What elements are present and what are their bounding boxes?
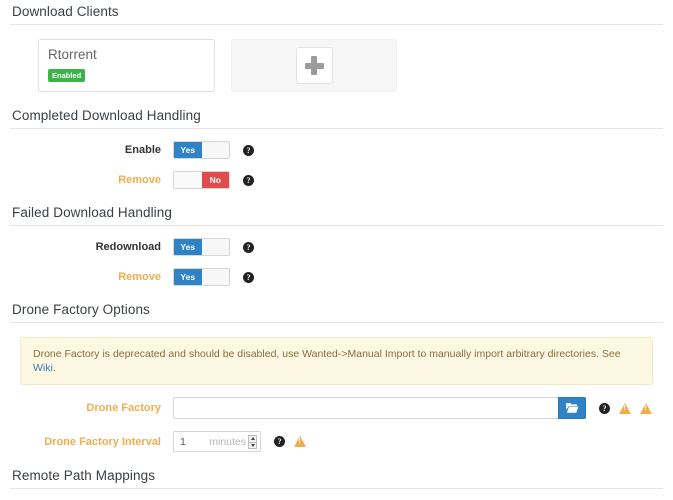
section-header-remote-path-mappings: Remote Path Mappings: [10, 464, 663, 489]
add-download-client-button[interactable]: [231, 39, 397, 92]
settings-page: Download Clients Rtorrent Enabled Comple…: [0, 0, 673, 500]
toggle-no-option[interactable]: [201, 269, 229, 285]
form-row-completed-remove: Remove No ?: [10, 171, 663, 189]
section-header-drone-factory-options: Drone Factory Options: [10, 298, 663, 323]
stepper-increment-button[interactable]: [248, 434, 257, 442]
chevron-up-icon: [250, 437, 255, 440]
add-download-client-box[interactable]: [295, 47, 333, 84]
toggle-completed-enable[interactable]: Yes: [173, 141, 230, 159]
form-row-drone-factory: Drone Factory ?: [10, 397, 663, 419]
help-icon[interactable]: ?: [243, 144, 254, 156]
warning-icon[interactable]: [640, 402, 652, 414]
toggle-yes-option[interactable]: Yes: [174, 239, 202, 255]
help-icon[interactable]: ?: [243, 174, 254, 186]
label-drone-factory-interval: Drone Factory Interval: [44, 435, 161, 448]
toggle-yes-option[interactable]: Yes: [174, 269, 202, 285]
section-header-failed-download-handling: Failed Download Handling: [10, 201, 663, 226]
help-icon[interactable]: ?: [243, 241, 254, 253]
wiki-link[interactable]: Wiki: [33, 362, 53, 374]
folder-open-icon: [566, 403, 579, 413]
toggle-no-option[interactable]: [201, 142, 229, 158]
toggle-failed-redownload[interactable]: Yes: [173, 238, 230, 256]
download-client-name: Rtorrent: [48, 47, 97, 62]
drone-factory-deprecation-alert: Drone Factory is deprecated and should b…: [20, 337, 653, 385]
warning-icon[interactable]: [294, 436, 306, 447]
toggle-yes-option[interactable]: Yes: [174, 142, 202, 158]
help-icon[interactable]: ?: [243, 271, 254, 283]
help-icon[interactable]: ?: [599, 402, 610, 414]
alert-suffix: .: [52, 362, 56, 374]
stepper-buttons[interactable]: [248, 434, 257, 449]
toggle-completed-remove[interactable]: No: [173, 171, 230, 189]
label-drone-factory: Drone Factory: [86, 402, 161, 414]
download-clients-list: Rtorrent Enabled: [38, 39, 663, 92]
label-completed-enable: Enable: [124, 144, 161, 156]
label-completed-remove: Remove: [118, 174, 161, 186]
section-header-download-clients: Download Clients: [10, 0, 663, 25]
chevron-down-icon: [250, 443, 255, 447]
drone-factory-browse-button[interactable]: [558, 397, 586, 419]
alert-text: Drone Factory is deprecated and should b…: [33, 348, 621, 360]
warning-icon[interactable]: [619, 402, 631, 414]
form-row-failed-remove: Remove Yes ?: [10, 268, 663, 286]
status-badge: Enabled: [48, 68, 86, 82]
section-header-completed-download-handling: Completed Download Handling: [10, 104, 663, 129]
download-client-card[interactable]: Rtorrent Enabled: [38, 39, 215, 92]
label-failed-remove: Remove: [118, 271, 161, 283]
form-row-drone-factory-interval: Drone Factory Interval 1 minutes ?: [10, 431, 663, 452]
toggle-no-option[interactable]: [201, 239, 229, 255]
stepper-decrement-button[interactable]: [248, 441, 257, 449]
drone-factory-input-group: [173, 397, 586, 419]
toggle-no-option[interactable]: No: [201, 172, 229, 188]
drone-factory-interval-stepper[interactable]: 1 minutes: [173, 431, 261, 452]
form-row-failed-redownload: Redownload Yes ?: [10, 238, 663, 256]
plus-icon: [304, 56, 324, 75]
help-icon[interactable]: ?: [274, 436, 285, 447]
label-failed-redownload: Redownload: [95, 241, 161, 253]
form-row-completed-enable: Enable Yes ?: [10, 141, 663, 159]
drone-factory-interval-unit: minutes: [209, 435, 246, 448]
drone-factory-input[interactable]: [173, 397, 558, 419]
toggle-failed-remove[interactable]: Yes: [173, 268, 230, 286]
toggle-yes-option[interactable]: [174, 172, 202, 188]
